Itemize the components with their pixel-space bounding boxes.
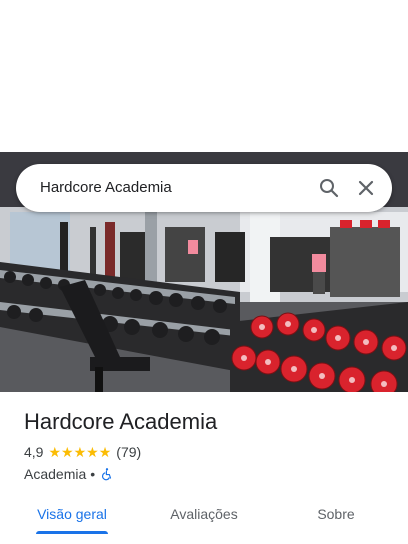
active-tab-indicator [36, 531, 108, 534]
star-icon: ★ [73, 444, 87, 460]
place-category: Academia [24, 466, 87, 482]
star-icon: ★ [98, 444, 112, 460]
rating-row[interactable]: 4,9 ★ ★ ★ ★ ★ (79) [24, 443, 141, 461]
place-title: Hardcore Academia [24, 409, 218, 434]
tab-reviews[interactable]: Avaliações [156, 496, 252, 532]
category-row: Academia • [24, 465, 114, 483]
search-bar[interactable]: Hardcore Academia [16, 164, 392, 212]
review-count[interactable]: (79) [116, 444, 141, 460]
blank-header-area [0, 0, 408, 152]
tab-about[interactable]: Sobre [300, 496, 372, 532]
star-icon: ★ [86, 444, 99, 460]
star-icon: ★ [61, 444, 74, 460]
rating-value: 4,9 [24, 444, 44, 460]
tab-bar: Visão geral Avaliações Sobre [0, 496, 408, 544]
star-rating: ★ ★ ★ ★ ★ [48, 445, 111, 459]
star-icon: ★ [48, 444, 62, 460]
close-icon[interactable] [354, 176, 378, 200]
search-icon[interactable] [317, 176, 341, 200]
search-query-text[interactable]: Hardcore Academia [40, 164, 172, 212]
separator-dot: • [90, 466, 96, 482]
tab-overview[interactable]: Visão geral [24, 496, 120, 532]
wheelchair-icon [100, 467, 114, 481]
